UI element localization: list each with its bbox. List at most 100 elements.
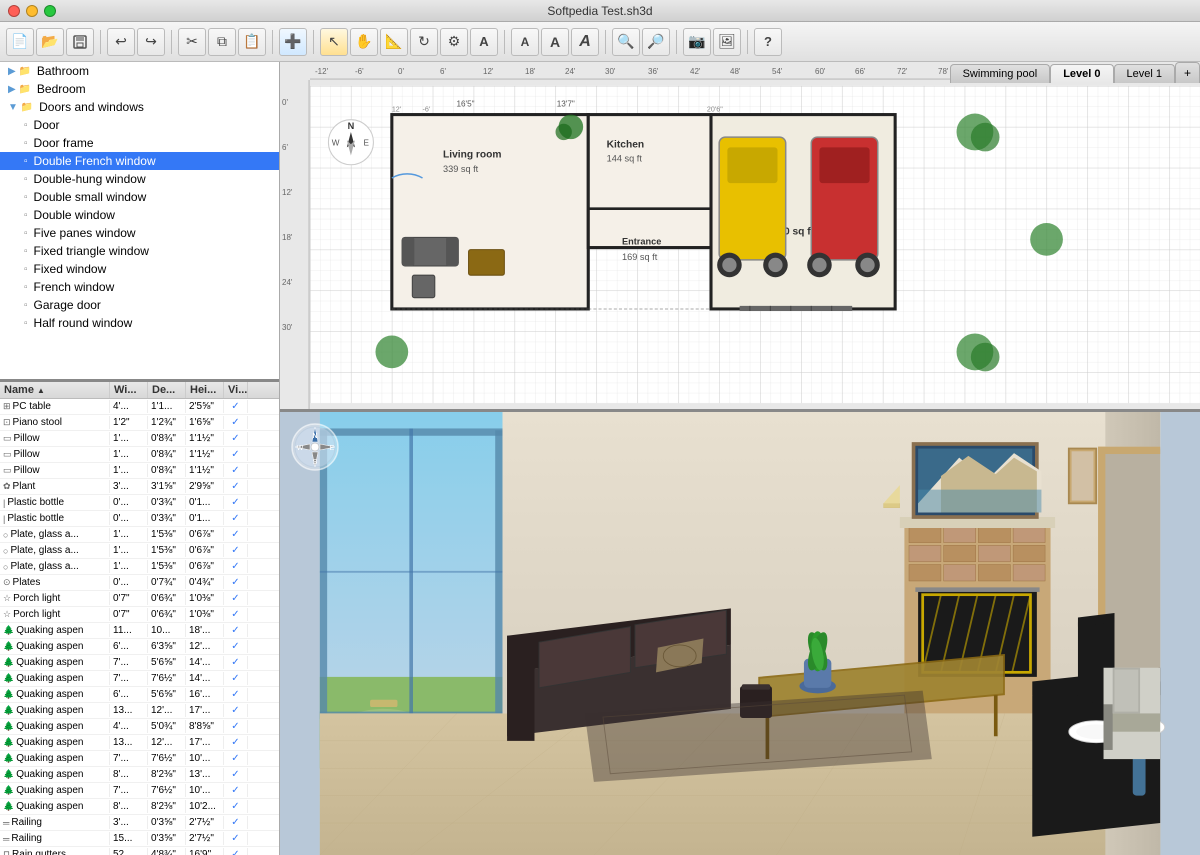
- visibility-checkbox[interactable]: ✓: [231, 625, 239, 636]
- tree-item-bedroom[interactable]: ▶ 📁 Bedroom: [0, 80, 279, 98]
- visibility-checkbox[interactable]: ✓: [231, 849, 239, 855]
- list-item-visible[interactable]: ✓: [224, 800, 248, 813]
- col-header-visible[interactable]: Vi...: [224, 382, 248, 398]
- list-item[interactable]: ○ Plate, glass a... 1'... 1'5⅜" 0'6⅞" ✓: [0, 559, 279, 575]
- tree-item-double-french-window[interactable]: ▫ Double French window: [0, 152, 279, 170]
- col-header-width[interactable]: Wi...: [110, 382, 148, 398]
- furniture-list[interactable]: Name ▲ Wi... De... Hei... Vi... ⊞ PC tab…: [0, 382, 279, 855]
- visibility-checkbox[interactable]: ✓: [231, 433, 239, 444]
- visibility-checkbox[interactable]: ✓: [231, 817, 239, 828]
- list-item[interactable]: ○ Plate, glass a... 1'... 1'5⅜" 0'6⅞" ✓: [0, 543, 279, 559]
- list-item-visible[interactable]: ✓: [224, 816, 248, 829]
- list-item-visible[interactable]: ✓: [224, 512, 248, 525]
- tree-item-garage-door[interactable]: ▫ Garage door: [0, 296, 279, 314]
- list-item[interactable]: ▭ Pillow 1'... 0'8¾" 1'1½" ✓: [0, 447, 279, 463]
- visibility-checkbox[interactable]: ✓: [231, 673, 239, 684]
- list-item[interactable]: 🌲 Quaking aspen 4'... 5'0¾" 8'8⅝" ✓: [0, 719, 279, 735]
- list-item-visible[interactable]: ✓: [224, 736, 248, 749]
- interact-tool-button[interactable]: ⚙: [440, 28, 468, 56]
- list-item[interactable]: 🌲 Quaking aspen 7'... 5'6⅝" 14'... ✓: [0, 655, 279, 671]
- tree-item-double-hung-window[interactable]: ▫ Double-hung window: [0, 170, 279, 188]
- tree-item-double-small-window[interactable]: ▫ Double small window: [0, 188, 279, 206]
- col-header-name[interactable]: Name ▲: [0, 382, 110, 398]
- list-item-visible[interactable]: ✓: [224, 608, 248, 621]
- tab-level-0[interactable]: Level 0: [1050, 64, 1113, 83]
- list-item-visible[interactable]: ✓: [224, 704, 248, 717]
- zoom-in-button[interactable]: 🔍: [612, 28, 640, 56]
- measure-tool-button[interactable]: 📐: [380, 28, 408, 56]
- list-item[interactable]: ✿ Plant 3'... 3'1⅝" 2'9⅝" ✓: [0, 479, 279, 495]
- text-small-button[interactable]: A: [511, 28, 539, 56]
- list-item-visible[interactable]: ✓: [224, 528, 248, 541]
- col-header-height[interactable]: Hei...: [186, 382, 224, 398]
- list-item-visible[interactable]: ✓: [224, 416, 248, 429]
- visibility-checkbox[interactable]: ✓: [231, 785, 239, 796]
- list-item[interactable]: 🌲 Quaking aspen 6'... 6'3⅝" 12'... ✓: [0, 639, 279, 655]
- list-item[interactable]: ▭ Pillow 1'... 0'8¾" 1'1½" ✓: [0, 463, 279, 479]
- visibility-checkbox[interactable]: ✓: [231, 753, 239, 764]
- paste-button[interactable]: 📋: [238, 28, 266, 56]
- list-item[interactable]: 🌲 Quaking aspen 13... 12'... 17'... ✓: [0, 735, 279, 751]
- list-item[interactable]: 🌲 Quaking aspen 7'... 7'6½" 14'... ✓: [0, 671, 279, 687]
- cut-button[interactable]: ✂: [178, 28, 206, 56]
- redo-button[interactable]: ↪: [137, 28, 165, 56]
- add-furniture-button[interactable]: ➕: [279, 28, 307, 56]
- tree-item-double-window[interactable]: ▫ Double window: [0, 206, 279, 224]
- add-tab-button[interactable]: +: [1175, 62, 1200, 83]
- visibility-checkbox[interactable]: ✓: [231, 593, 239, 604]
- camera-button[interactable]: 📷: [683, 28, 711, 56]
- list-item-visible[interactable]: ✓: [224, 576, 248, 589]
- visibility-checkbox[interactable]: ✓: [231, 609, 239, 620]
- visibility-checkbox[interactable]: ✓: [231, 737, 239, 748]
- visibility-checkbox[interactable]: ✓: [231, 561, 239, 572]
- list-item-visible[interactable]: ✓: [224, 768, 248, 781]
- tab-level-1[interactable]: Level 1: [1114, 64, 1175, 83]
- text-tool-button[interactable]: A: [470, 28, 498, 56]
- list-item-visible[interactable]: ✓: [224, 640, 248, 653]
- list-item-visible[interactable]: ✓: [224, 592, 248, 605]
- visibility-checkbox[interactable]: ✓: [231, 705, 239, 716]
- visibility-checkbox[interactable]: ✓: [231, 657, 239, 668]
- list-item[interactable]: ⊙ Plates 0'... 0'7¾" 0'4¾" ✓: [0, 575, 279, 591]
- list-item[interactable]: ═ Railing 3'... 0'3⅝" 2'7½" ✓: [0, 815, 279, 831]
- list-item[interactable]: | Plastic bottle 0'... 0'3¾" 0'1... ✓: [0, 495, 279, 511]
- list-item-visible[interactable]: ✓: [224, 448, 248, 461]
- floorplan-area[interactable]: -12' -6' 0' 6' 12' 18' 24' 30' 36' 42' 4…: [280, 62, 1200, 409]
- list-item-visible[interactable]: ✓: [224, 432, 248, 445]
- list-item[interactable]: 🌲 Quaking aspen 6'... 5'6⅝" 16'... ✓: [0, 687, 279, 703]
- 3d-view[interactable]: N S W E: [280, 412, 1200, 855]
- zoom-out-button[interactable]: 🔎: [642, 28, 670, 56]
- visibility-checkbox[interactable]: ✓: [231, 449, 239, 460]
- close-button[interactable]: [8, 5, 20, 17]
- list-item-visible[interactable]: ✓: [224, 544, 248, 557]
- tree-item-bathroom[interactable]: ▶ 📁 Bathroom: [0, 62, 279, 80]
- tree-item-fixed-triangle-window[interactable]: ▫ Fixed triangle window: [0, 242, 279, 260]
- save-button[interactable]: [66, 28, 94, 56]
- list-item[interactable]: ⊡ Piano stool 1'2" 1'2¾" 1'6⅝" ✓: [0, 415, 279, 431]
- list-item[interactable]: 🌲 Quaking aspen 7'... 7'6½" 10'... ✓: [0, 751, 279, 767]
- list-item[interactable]: | Plastic bottle 0'... 0'3¾" 0'1... ✓: [0, 511, 279, 527]
- list-item[interactable]: ▭ Pillow 1'... 0'8¾" 1'1½" ✓: [0, 431, 279, 447]
- rotate-tool-button[interactable]: ↻: [410, 28, 438, 56]
- tree-item-five-panes-window[interactable]: ▫ Five panes window: [0, 224, 279, 242]
- visibility-checkbox[interactable]: ✓: [231, 529, 239, 540]
- list-item-visible[interactable]: ✓: [224, 752, 248, 765]
- visibility-checkbox[interactable]: ✓: [231, 481, 239, 492]
- list-item[interactable]: ○ Plate, glass a... 1'... 1'5⅜" 0'6⅞" ✓: [0, 527, 279, 543]
- minimize-button[interactable]: [26, 5, 38, 17]
- floorplan-svg[interactable]: N W E 16'5" 13'7" 19': [310, 80, 1200, 409]
- new-button[interactable]: 📄: [6, 28, 34, 56]
- list-item-visible[interactable]: ✓: [224, 496, 248, 509]
- col-header-depth[interactable]: De...: [148, 382, 186, 398]
- list-item-visible[interactable]: ✓: [224, 480, 248, 493]
- visibility-checkbox[interactable]: ✓: [231, 497, 239, 508]
- list-item-visible[interactable]: ✓: [224, 784, 248, 797]
- list-item[interactable]: ═ Railing 15... 0'3⅝" 2'7½" ✓: [0, 831, 279, 847]
- help-button[interactable]: ?: [754, 28, 782, 56]
- list-item-visible[interactable]: ✓: [224, 832, 248, 845]
- list-item[interactable]: 🌲 Quaking aspen 11... 10... 18'... ✓: [0, 623, 279, 639]
- tree-item-door[interactable]: ▫ Door: [0, 116, 279, 134]
- visibility-checkbox[interactable]: ✓: [231, 769, 239, 780]
- visibility-checkbox[interactable]: ✓: [231, 833, 239, 844]
- tree-item-fixed-window[interactable]: ▫ Fixed window: [0, 260, 279, 278]
